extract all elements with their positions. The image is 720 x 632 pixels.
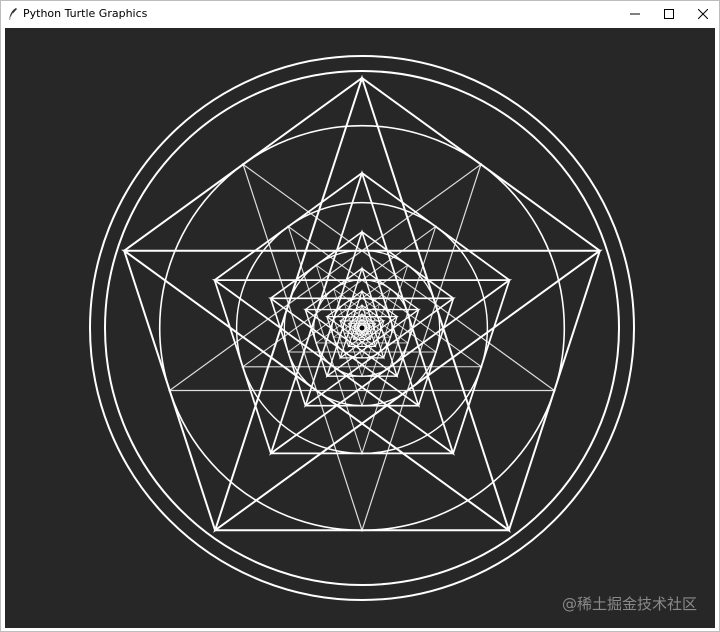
title-bar[interactable]: Python Turtle Graphics — [1, 1, 719, 27]
maximize-button[interactable] — [651, 1, 687, 27]
close-button[interactable] — [685, 1, 720, 27]
turtle-window: Python Turtle Graphics @稀土掘金技术社区 — [0, 0, 720, 632]
maximize-icon — [664, 9, 674, 19]
watermark-text: @稀土掘金技术社区 — [561, 595, 697, 613]
window-title: Python Turtle Graphics — [23, 7, 148, 20]
feather-icon — [8, 8, 17, 21]
close-icon — [698, 9, 708, 19]
minimize-icon — [630, 13, 640, 15]
turtle-canvas[interactable]: @稀土掘金技术社区 — [5, 28, 715, 628]
minimize-button[interactable] — [617, 1, 653, 27]
turtle-drawing — [89, 55, 635, 601]
center-dot — [358, 324, 366, 332]
